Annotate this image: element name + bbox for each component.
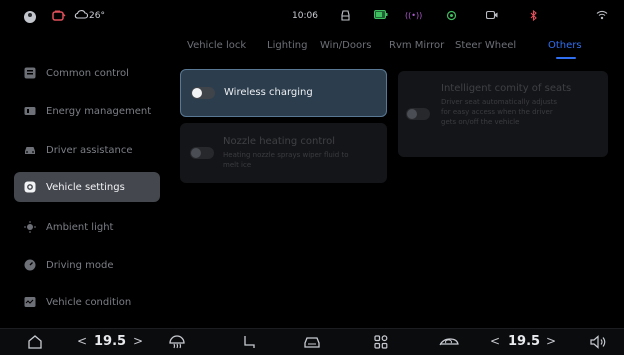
weather-temperature: 26°: [89, 11, 105, 21]
sidebar-item-driving-mode[interactable]: Driving mode: [14, 250, 160, 280]
sidebar-item-label: Ambient light: [46, 221, 114, 233]
intelligent-seats-description: Driver seat automatically adjusts for ea…: [441, 98, 558, 126]
car-front-icon: [24, 144, 36, 156]
fuel-warning-icon: [52, 10, 66, 25]
trunk-icon: [340, 10, 351, 24]
sidebar-item-ambient-light[interactable]: Ambient light: [14, 212, 160, 242]
camera-icon: [485, 10, 498, 23]
bluetooth-icon: [529, 9, 538, 24]
right-temperature: 19.5: [508, 334, 541, 349]
sidebar-item-label: Vehicle settings: [46, 181, 125, 193]
tab-others[interactable]: Others: [548, 40, 582, 51]
sidebar-item-common-control[interactable]: Common control: [14, 58, 160, 88]
sidebar-item-label: Vehicle condition: [46, 296, 132, 308]
intelligent-seats-label: Intelligent comity of seats: [441, 83, 572, 94]
sidebar-item-driver-assistance[interactable]: Driver assistance: [14, 135, 160, 165]
sun-icon: [24, 221, 36, 233]
status-bar: 26° 10:06 ((•)): [0, 0, 624, 32]
battery-icon: [24, 105, 36, 117]
broadcast-icon: ((•)): [405, 11, 423, 20]
sidebar-item-label: Driving mode: [46, 259, 114, 271]
nozzle-heating-card: Nozzle heating control Heating nozzle sp…: [180, 123, 387, 183]
tab-lighting[interactable]: Lighting: [267, 40, 307, 51]
sidebar-item-label: Energy management: [46, 105, 152, 117]
wireless-charging-card[interactable]: Wireless charging: [180, 69, 387, 117]
active-tab-indicator: [556, 57, 576, 59]
air-recirculation-icon[interactable]: [438, 336, 460, 348]
wireless-charging-label: Wireless charging: [224, 87, 313, 98]
right-temp-increase-button[interactable]: >: [546, 334, 556, 348]
tab-vehicle-lock[interactable]: Vehicle lock: [187, 40, 246, 51]
sidebar-item-label: Common control: [46, 67, 129, 79]
sidebar-item-energy-management[interactable]: Energy management: [14, 96, 160, 126]
sidebar-item-vehicle-settings[interactable]: Vehicle settings: [14, 172, 160, 202]
sidebar-item-label: Driver assistance: [46, 144, 133, 156]
left-temperature: 19.5: [94, 334, 127, 349]
car-icon[interactable]: [303, 335, 321, 349]
dial-icon: [24, 259, 36, 271]
gear-icon: [24, 181, 36, 193]
nozzle-heating-description: Heating nozzle sprays wiper fluid to mel…: [223, 151, 349, 169]
seat-icon[interactable]: [242, 335, 256, 349]
left-temp-decrease-button[interactable]: <: [77, 334, 87, 348]
defrost-icon[interactable]: [168, 335, 186, 349]
wifi-icon: [596, 10, 608, 23]
intelligent-seats-card: Intelligent comity of seats Driver seat …: [398, 71, 608, 157]
volume-icon[interactable]: [589, 335, 607, 349]
location-icon: [446, 10, 457, 24]
user-avatar-icon[interactable]: [24, 11, 36, 23]
sidebar-item-vehicle-condition[interactable]: Vehicle condition: [14, 287, 160, 317]
intelligent-seats-toggle: [406, 108, 430, 120]
grid-icon: [24, 67, 36, 79]
nozzle-heating-label: Nozzle heating control: [223, 136, 336, 147]
tab-rvm-mirror[interactable]: Rvm Mirror: [389, 40, 444, 51]
left-temp-increase-button[interactable]: >: [133, 334, 143, 348]
home-icon[interactable]: [27, 335, 43, 349]
battery-icon: [374, 10, 388, 22]
apps-grid-icon[interactable]: [374, 335, 388, 349]
monitor-icon: [24, 296, 36, 308]
clock-time: 10:06: [292, 11, 318, 21]
nozzle-heating-toggle: [190, 147, 214, 159]
right-temp-decrease-button[interactable]: <: [490, 334, 500, 348]
tab-steer-wheel[interactable]: Steer Wheel: [455, 40, 516, 51]
wireless-charging-toggle[interactable]: [191, 87, 215, 99]
tab-win-doors[interactable]: Win/Doors: [320, 40, 371, 51]
cloud-icon: [74, 9, 89, 22]
climate-dock: < 19.5 > < 19.5 >: [0, 328, 624, 355]
